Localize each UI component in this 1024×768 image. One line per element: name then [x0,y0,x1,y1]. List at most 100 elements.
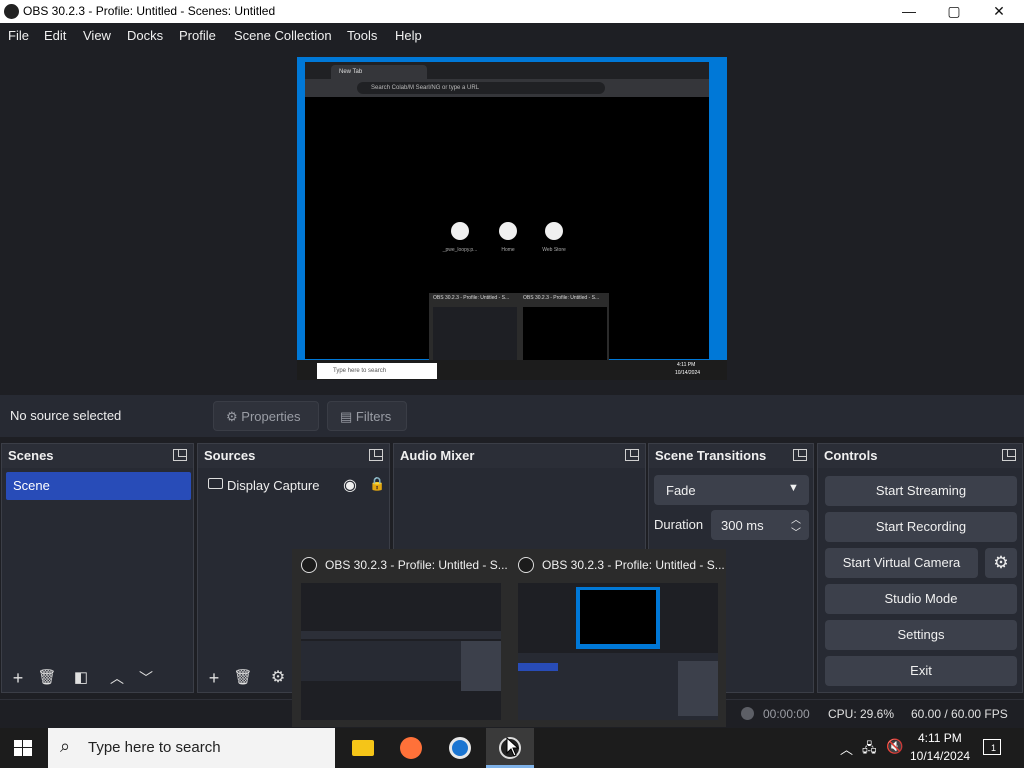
menu-view[interactable]: View [83,28,111,43]
file-explorer-icon[interactable] [339,728,387,768]
properties-button[interactable]: ⚙ Properties [213,401,319,431]
thumbnail-preview [301,583,501,720]
mouse-cursor-icon [506,736,520,762]
source-list-item[interactable]: Display Capture ◉ 🔒 [204,474,385,498]
transition-select[interactable]: Fade ▼ [654,475,809,505]
controls-title: Controls [824,448,878,463]
transition-value: Fade [666,483,696,498]
menu-file[interactable]: File [8,28,29,43]
menu-help[interactable]: Help [395,28,422,43]
duration-label: Duration [654,517,704,532]
chevron-down-icon: ▼ [788,482,799,494]
controls-dock: Controls Start Streaming Start Recording… [817,443,1023,693]
preview-popup-thumb [433,307,517,361]
scene-transitions-title: Scene Transitions [655,448,767,463]
browser-icon[interactable] [436,728,484,768]
menu-profile[interactable]: Profile [179,28,216,43]
float-dock-icon[interactable] [793,449,807,461]
notification-icon[interactable]: 1 [983,739,1001,755]
add-scene-icon[interactable]: + [6,666,30,690]
scene-filters-icon[interactable]: ◧ [69,666,93,690]
filters-label: Filters [355,409,392,424]
monitor-icon [208,478,223,489]
gear-icon: ⚙ [226,409,238,424]
taskbar-date[interactable]: 10/14/2024 [910,749,970,763]
thumbnail-preview [518,583,718,720]
sources-dock-header: Sources [198,444,389,468]
volume-muted-icon[interactable]: 🔇 [886,738,903,755]
shortcut-label: Web Store [542,247,566,253]
duration-value: 300 ms [721,518,764,533]
menu-docks[interactable]: Docks [127,28,163,43]
scenes-title: Scenes [8,448,54,463]
start-recording-button[interactable]: Start Recording [825,512,1017,542]
eye-icon[interactable]: ◉ [343,475,357,495]
close-button[interactable]: ✕ [976,0,1022,23]
gear-icon[interactable]: ⚙ [266,666,290,690]
minimize-button[interactable]: — [886,0,932,23]
float-dock-icon[interactable] [625,449,639,461]
scenes-dock: Scenes Scene + 🗑 ◧ ︿ ﹀ [1,443,194,693]
spin-down-icon[interactable]: ﹀ [791,524,801,539]
move-up-icon[interactable]: ︿ [105,666,129,690]
preview-popup-thumb [523,307,607,361]
menu-bar: File Edit View Docks Profile Scene Colle… [0,23,1024,47]
trash-icon[interactable]: 🗑 [231,666,255,690]
scene-item-label: Scene [13,478,50,493]
maximize-button[interactable]: ▢ [931,0,977,23]
shortcut-icon [545,222,563,240]
trash-icon[interactable]: 🗑 [35,666,59,690]
captured-desktop: New Tab Search Colab/M Searl/NG or type … [305,62,709,365]
add-source-icon[interactable]: + [202,666,226,690]
source-toolbar: No source selected ⚙ Properties ▤ Filter… [0,395,1024,437]
taskbar-search-box[interactable]: ⌕ Type here to search [48,728,335,768]
window-thumbnail[interactable]: OBS 30.2.3 - Profile: Untitled - S... [292,549,509,727]
menu-tools[interactable]: Tools [347,28,377,43]
scene-transitions-header: Scene Transitions [649,444,813,468]
settings-button[interactable]: Settings [825,620,1017,650]
thumbnail-title: OBS 30.2.3 - Profile: Untitled - S... [542,558,725,572]
menu-scene-collection[interactable]: Scene Collection [234,28,332,43]
lock-icon[interactable]: 🔒 [369,476,385,492]
program-preview[interactable]: New Tab Search Colab/M Searl/NG or type … [297,57,727,380]
windows-start-icon[interactable] [14,740,32,756]
browser-tab: New Tab [331,65,427,79]
menu-edit[interactable]: Edit [44,28,66,43]
move-down-icon[interactable]: ﹀ [134,666,158,690]
obs-logo-icon [4,4,19,19]
notification-count: 1 [991,743,997,753]
fps-readout: 60.00 / 60.00 FPS [911,707,1008,721]
controls-header: Controls [818,444,1022,468]
network-icon[interactable]: 🖧 [862,739,877,761]
taskbar-thumbnail-popup: OBS 30.2.3 - Profile: Untitled - S... OB… [292,549,726,727]
virtual-camera-settings-gear-icon[interactable]: ⚙ [985,548,1017,578]
window-title: OBS 30.2.3 - Profile: Untitled - Scenes:… [23,4,276,18]
taskbar-time[interactable]: 4:11 PM [918,731,962,745]
studio-mode-button[interactable]: Studio Mode [825,584,1017,614]
preview-taskbar-search: Type here to search [317,363,437,379]
tray-chevron-up-icon[interactable]: ︿ [840,739,853,758]
record-time: 00:00:00 [763,707,810,721]
firefox-icon[interactable] [387,728,435,768]
preview-clock-time: 4:11 PM [677,362,696,368]
start-streaming-button[interactable]: Start Streaming [825,476,1017,506]
obs-logo-icon [518,557,534,573]
duration-spinbox[interactable]: 300 ms ︿ ﹀ [711,510,809,540]
preview-clock-date: 10/14/2024 [675,370,701,376]
record-status-icon [741,707,754,720]
float-dock-icon[interactable] [173,449,187,461]
exit-button[interactable]: Exit [825,656,1017,686]
window-thumbnail[interactable]: OBS 30.2.3 - Profile: Untitled - S... [509,549,726,727]
preview-taskbar: Type here to search 4:11 PM 10/14/2024 [297,360,727,380]
float-dock-icon[interactable] [1002,449,1016,461]
float-dock-icon[interactable] [369,449,383,461]
start-virtual-camera-button[interactable]: Start Virtual Camera [825,548,978,578]
browser-toolbar: Search Colab/M Searl/NG or type a URL [305,79,709,97]
browser-url-bar: Search Colab/M Searl/NG or type a URL [357,82,605,94]
obs-logo-icon [301,557,317,573]
shortcut-label: Home [501,247,515,253]
filters-button[interactable]: ▤ Filters [327,401,407,431]
cpu-usage: CPU: 29.6% [828,707,895,721]
scene-list-item[interactable]: Scene [6,472,191,500]
thumbnail-title: OBS 30.2.3 - Profile: Untitled - S... [325,558,508,572]
